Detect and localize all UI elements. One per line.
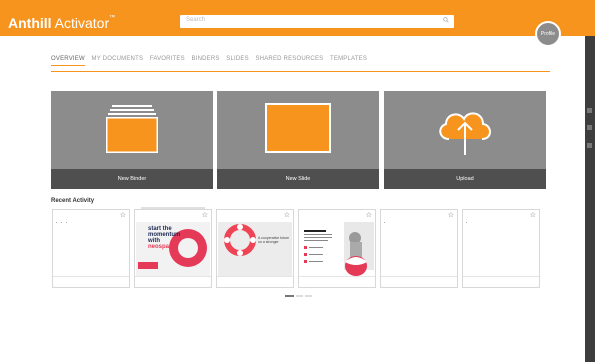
- recent-card[interactable]: ☆ A cooperative future on a stronger: [216, 209, 294, 288]
- recent-card[interactable]: ☆: [52, 209, 130, 288]
- right-scrollbar[interactable]: [585, 36, 595, 362]
- tab-my-documents[interactable]: MY DOCUMENTS: [92, 56, 144, 62]
- nav-divider: [51, 71, 550, 72]
- placeholder-dot: [56, 222, 57, 223]
- slide-thumbnail: [300, 222, 374, 277]
- placeholder-dot: [384, 222, 385, 223]
- cloud-upload-icon: [439, 112, 491, 155]
- binder-icon: [106, 105, 158, 153]
- new-binder-label: New Binder: [51, 169, 213, 189]
- tab-favorites[interactable]: FAVORITES: [150, 56, 185, 62]
- star-icon[interactable]: ☆: [120, 212, 126, 219]
- pager-dot[interactable]: [305, 295, 312, 297]
- new-slide-label: New Slide: [217, 169, 379, 189]
- slide-icon: [265, 103, 331, 153]
- side-handle[interactable]: [587, 125, 592, 130]
- star-icon[interactable]: ☆: [284, 212, 290, 219]
- card-footer: [217, 276, 293, 287]
- star-icon[interactable]: ☆: [366, 212, 372, 219]
- binder-stack-edge: [141, 207, 205, 209]
- app-logo[interactable]: Anthill Activator™: [8, 15, 115, 31]
- profile-label: Profile: [540, 31, 556, 37]
- star-icon[interactable]: ☆: [202, 212, 208, 219]
- top-bar: Anthill Activator™ Search: [0, 0, 595, 36]
- star-icon[interactable]: ☆: [448, 212, 454, 219]
- card-footer: [463, 276, 539, 287]
- side-handle[interactable]: [587, 108, 592, 113]
- upload-tile[interactable]: Upload: [384, 91, 546, 189]
- placeholder-dot: [466, 222, 467, 223]
- profile-avatar[interactable]: Profile: [535, 21, 561, 47]
- recent-card[interactable]: ☆: [462, 209, 540, 288]
- search-input[interactable]: Search: [180, 15, 454, 28]
- upload-label: Upload: [384, 169, 546, 189]
- thumbnail-graphic: [304, 222, 374, 276]
- placeholder-dot: [66, 222, 67, 223]
- new-binder-tile[interactable]: New Binder: [51, 91, 213, 189]
- search-icon[interactable]: [443, 17, 449, 23]
- slide-headline: start the momentum with neospan: [148, 226, 181, 250]
- recent-card[interactable]: ☆: [380, 209, 458, 288]
- thumbnail-graphic: [224, 224, 256, 256]
- nav-tabs: OVERVIEW MY DOCUMENTS FAVORITES BINDERS …: [51, 56, 372, 62]
- tab-binders[interactable]: BINDERS: [192, 56, 220, 62]
- tab-shared-resources[interactable]: SHARED RESOURCES: [255, 56, 323, 62]
- card-footer: [135, 276, 211, 287]
- recent-card[interactable]: ☆ start the momentum with neospan: [134, 207, 212, 288]
- pager-dot[interactable]: [296, 295, 303, 297]
- recent-card[interactable]: ☆: [298, 209, 376, 288]
- slide-thumbnail: A cooperative future on a stronger: [218, 222, 292, 277]
- pager-dot-active[interactable]: [285, 295, 294, 297]
- tab-templates[interactable]: TEMPLATES: [330, 56, 367, 62]
- card-footer: [299, 276, 375, 287]
- tab-overview[interactable]: OVERVIEW: [51, 56, 85, 62]
- recent-activity-title: Recent Activity: [51, 198, 95, 204]
- star-icon[interactable]: ☆: [530, 212, 536, 219]
- new-slide-tile[interactable]: New Slide: [217, 91, 379, 189]
- slide-thumbnail: start the momentum with neospan: [136, 222, 210, 277]
- card-footer: [381, 276, 457, 287]
- placeholder-dot: [61, 222, 62, 223]
- tab-slides[interactable]: SLIDES: [226, 56, 249, 62]
- search-placeholder: Search: [186, 17, 206, 23]
- side-handle[interactable]: [587, 143, 592, 148]
- card-footer: [53, 276, 129, 287]
- slide-caption: A cooperative future on a stronger: [258, 236, 290, 244]
